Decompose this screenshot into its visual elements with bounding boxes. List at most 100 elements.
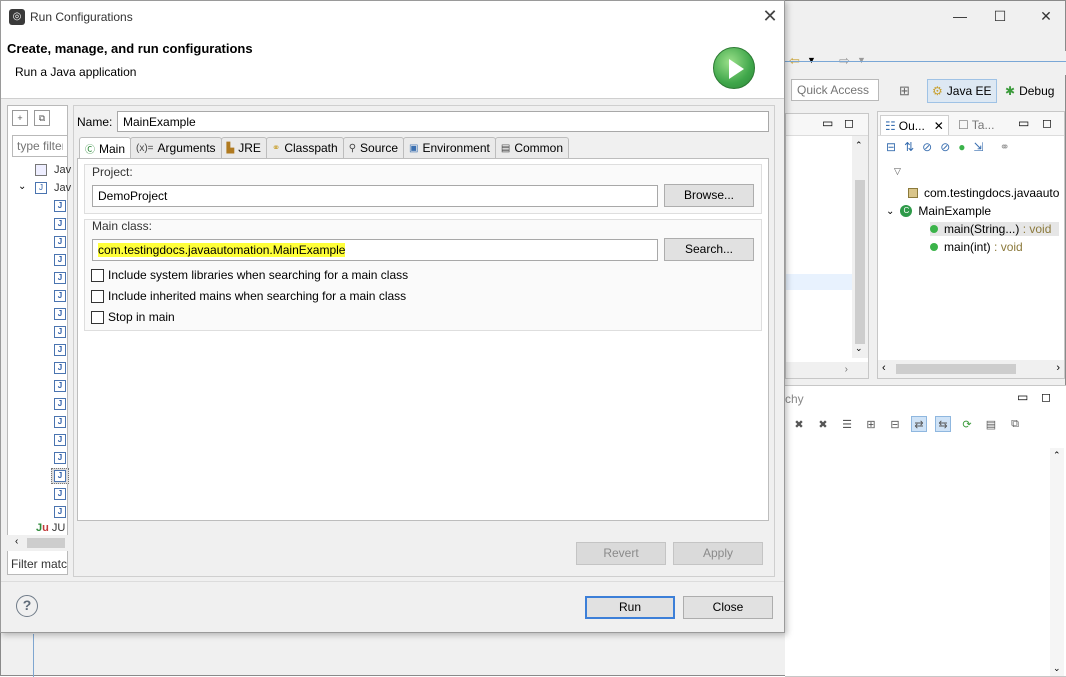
tree-row-method[interactable]: main(String...) : void: [930, 222, 1060, 236]
duplicate-config-icon[interactable]: ⧉: [34, 110, 50, 126]
scroll-down-icon[interactable]: ⌄: [855, 343, 863, 354]
horizontal-scrollbar[interactable]: ‹: [7, 535, 68, 551]
callee-hierarchy-icon[interactable]: ⇆: [935, 416, 951, 432]
java-config-icon[interactable]: J: [54, 416, 66, 428]
tab-common[interactable]: ▤ Common: [494, 137, 570, 158]
layout-icon[interactable]: ▤: [983, 416, 999, 432]
hierarchy-tab-label[interactable]: chy: [785, 392, 804, 406]
close-button[interactable]: Close: [683, 596, 773, 619]
java-config-icon[interactable]: J: [54, 254, 66, 266]
scroll-right-icon[interactable]: ›: [1056, 362, 1060, 374]
close-window-button[interactable]: ✕: [1023, 5, 1066, 27]
java-config-icon[interactable]: J: [54, 434, 66, 446]
tree-row-method[interactable]: main(int) : void: [930, 240, 1023, 254]
run-button[interactable]: Run: [585, 596, 675, 619]
include-inherited-mains-option[interactable]: Include inherited mains when searching f…: [91, 289, 406, 303]
include-system-libraries-checkbox[interactable]: [91, 268, 104, 282]
chevron-down-icon[interactable]: ▼: [807, 55, 816, 65]
chevron-down-icon[interactable]: ⌄: [18, 181, 26, 192]
stop-in-main-option[interactable]: Stop in main: [91, 310, 175, 324]
config-name-input[interactable]: [117, 111, 769, 132]
main-class-input[interactable]: com.testingdocs.javaautomation.MainExamp…: [92, 239, 658, 261]
perspective-debug[interactable]: ✱ Debug: [1001, 79, 1063, 103]
java-config-icon[interactable]: J: [54, 398, 66, 410]
refresh-icon[interactable]: ⟳: [959, 416, 975, 432]
scroll-thumb[interactable]: [27, 538, 65, 548]
chevron-down-icon[interactable]: ⌄: [886, 206, 894, 217]
minimize-view-icon[interactable]: ▭: [822, 116, 833, 130]
tab-source[interactable]: ⚲ Source: [342, 137, 405, 158]
maximize-view-icon[interactable]: ◻: [844, 116, 854, 130]
java-config-icon[interactable]: J: [54, 452, 66, 464]
java-config-icon[interactable]: J: [54, 488, 66, 500]
tab-task-list[interactable]: ☐ Ta...: [954, 115, 998, 135]
hide-non-public-icon[interactable]: ●: [958, 140, 965, 154]
java-config-icon[interactable]: J: [54, 290, 66, 302]
hide-fields-icon[interactable]: ⊘: [922, 140, 932, 154]
maximize-view-icon[interactable]: ◻: [1042, 116, 1052, 130]
perspective-java-ee[interactable]: ⚙ Java EE: [927, 79, 997, 103]
include-system-libraries-option[interactable]: Include system libraries when searching …: [91, 268, 408, 282]
quick-access-input[interactable]: [791, 79, 879, 101]
maximize-window-button[interactable]: ☐: [977, 5, 1023, 27]
java-config-icon[interactable]: J: [54, 506, 66, 518]
java-config-icon[interactable]: J: [54, 272, 66, 284]
stop-in-main-checkbox[interactable]: [91, 310, 104, 324]
scroll-left-icon[interactable]: ‹: [15, 536, 18, 547]
project-input[interactable]: [92, 185, 658, 207]
java-config-icon[interactable]: J: [54, 236, 66, 248]
caller-hierarchy-icon[interactable]: ⇄: [911, 416, 927, 432]
close-icon[interactable]: ✕: [934, 119, 944, 133]
include-inherited-mains-checkbox[interactable]: [91, 289, 104, 303]
chevron-down-icon[interactable]: ▼: [857, 55, 866, 65]
java-config-icon[interactable]: J: [54, 218, 66, 230]
maximize-view-icon[interactable]: ◻: [1041, 390, 1051, 404]
tab-outline[interactable]: ☷ Ou... ✕: [880, 115, 949, 135]
java-config-icon[interactable]: J: [54, 308, 66, 320]
collapse-all-icon[interactable]: ⊟: [886, 140, 896, 154]
hide-local-types-icon[interactable]: ⇲: [974, 140, 984, 154]
browse-button[interactable]: Browse...: [664, 184, 754, 207]
tab-arguments[interactable]: (x)= Arguments: [130, 137, 222, 158]
revert-button[interactable]: Revert: [576, 542, 666, 565]
apply-button[interactable]: Apply: [673, 542, 763, 565]
horizontal-scrollbar[interactable]: ‹ ›: [878, 360, 1064, 378]
scroll-up-icon[interactable]: ⌃: [855, 140, 863, 151]
filter-input[interactable]: [12, 135, 68, 157]
help-icon[interactable]: ?: [16, 595, 38, 617]
open-perspective-icon[interactable]: ⊞: [899, 83, 910, 99]
vertical-scrollbar[interactable]: ⌃ ⌄: [1050, 448, 1064, 676]
tab-classpath[interactable]: ⚭ Classpath: [265, 137, 344, 158]
history-icon[interactable]: ⧉: [1007, 416, 1023, 432]
horizontal-scrollbar[interactable]: ›: [786, 362, 868, 378]
show-supertype-icon[interactable]: ⊞: [863, 416, 879, 432]
java-config-icon[interactable]: J: [54, 380, 66, 392]
scroll-down-icon[interactable]: ⌄: [1053, 663, 1061, 674]
tab-main[interactable]: Ⓒ Main: [79, 137, 132, 159]
tree-row-package[interactable]: com.testingdocs.javaauto: [908, 186, 1059, 200]
show-type-hierarchy-icon[interactable]: ☰: [839, 416, 855, 432]
scroll-thumb[interactable]: [855, 180, 865, 344]
chevron-down-icon[interactable]: ▽: [894, 166, 901, 177]
remove-all-icon[interactable]: ✖: [815, 416, 831, 432]
tree-row-junit[interactable]: Ju JU: [36, 522, 65, 534]
scroll-thumb[interactable]: [896, 364, 1016, 374]
scroll-left-icon[interactable]: ‹: [882, 362, 886, 374]
scroll-up-icon[interactable]: ⌃: [1053, 450, 1061, 461]
minimize-view-icon[interactable]: ▭: [1018, 116, 1029, 130]
search-button[interactable]: Search...: [664, 238, 754, 261]
tab-environment[interactable]: ▣ Environment: [403, 137, 496, 158]
minimize-view-icon[interactable]: ▭: [1017, 390, 1028, 404]
java-config-icon-selected[interactable]: J: [54, 470, 66, 482]
tab-jre[interactable]: ▙ JRE: [220, 137, 267, 158]
tree-row-type[interactable]: Jav: [54, 164, 71, 176]
remove-icon[interactable]: ✖: [791, 416, 807, 432]
tree-row-type[interactable]: Jav: [54, 182, 71, 194]
java-config-icon[interactable]: J: [54, 362, 66, 374]
vertical-scrollbar[interactable]: ⌃ ⌄: [852, 136, 868, 358]
sort-icon[interactable]: ⇅: [904, 140, 914, 154]
close-dialog-icon[interactable]: ✕: [759, 5, 781, 27]
link-with-editor-icon[interactable]: ⚭: [1000, 140, 1010, 154]
java-config-icon[interactable]: J: [54, 200, 66, 212]
show-subtype-icon[interactable]: ⊟: [887, 416, 903, 432]
